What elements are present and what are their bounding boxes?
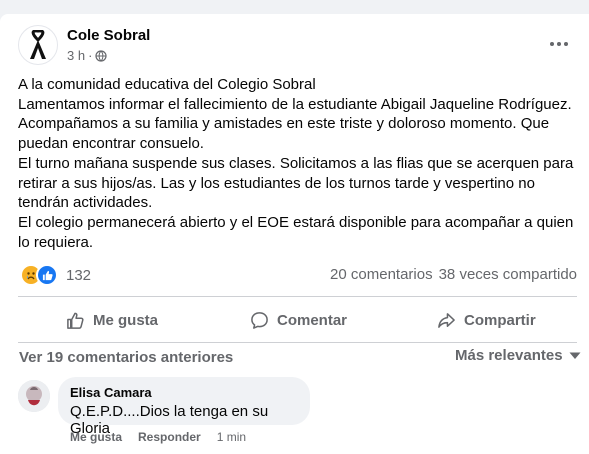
divider: [18, 342, 577, 343]
meta-separator: ·: [88, 48, 93, 63]
comment-bubble: Elisa Camara Q.E.P.D....Dios la tenga en…: [58, 377, 310, 437]
comment-author[interactable]: Elisa Camara: [70, 385, 298, 400]
caret-down-icon: [569, 352, 581, 359]
post-meta: 3 h ·: [67, 48, 108, 63]
share-button[interactable]: Compartir: [437, 305, 536, 335]
shares-count-link[interactable]: 38 veces compartido: [439, 266, 577, 283]
comment-time[interactable]: 1 min: [217, 430, 246, 444]
page-avatar[interactable]: [18, 25, 58, 65]
reactions-summary[interactable]: 132: [20, 264, 91, 286]
comment-like-link[interactable]: Me gusta: [70, 430, 122, 444]
comment-button[interactable]: Comentar: [250, 305, 347, 335]
comment-label: Comentar: [277, 311, 348, 329]
comment-reply-link[interactable]: Responder: [138, 430, 201, 444]
post-time[interactable]: 3 h: [67, 48, 85, 63]
engagement-stats: 20 comentarios 38 veces compartido: [330, 266, 577, 283]
post-card: Cole Sobral 3 h · A la comunidad educati…: [0, 14, 589, 454]
globe-icon: [95, 49, 108, 62]
post-text: A la comunidad educativa del Colegio Sob…: [18, 76, 574, 251]
share-label: Compartir: [464, 311, 536, 329]
like-button[interactable]: Me gusta: [66, 305, 158, 335]
thumbs-up-icon: [67, 312, 84, 329]
mourning-ribbon-icon: [30, 30, 46, 59]
comment-sort-dropdown[interactable]: Más relevantes: [455, 347, 581, 364]
share-arrow-icon: [438, 312, 455, 328]
more-options-icon[interactable]: [546, 34, 572, 54]
like-label: Me gusta: [93, 311, 159, 329]
comments-count-link[interactable]: 20 comentarios: [330, 266, 433, 283]
page-name[interactable]: Cole Sobral: [67, 27, 150, 44]
comment-actions: Me gusta Responder 1 min: [70, 430, 246, 444]
comment-icon: [251, 311, 268, 329]
divider: [18, 296, 577, 297]
reaction-count: 132: [66, 266, 92, 284]
sort-label: Más relevantes: [455, 347, 563, 364]
view-previous-comments-link[interactable]: Ver 19 comentarios anteriores: [19, 349, 233, 366]
commenter-avatar[interactable]: [18, 380, 50, 412]
like-reaction-icon: [36, 264, 58, 286]
